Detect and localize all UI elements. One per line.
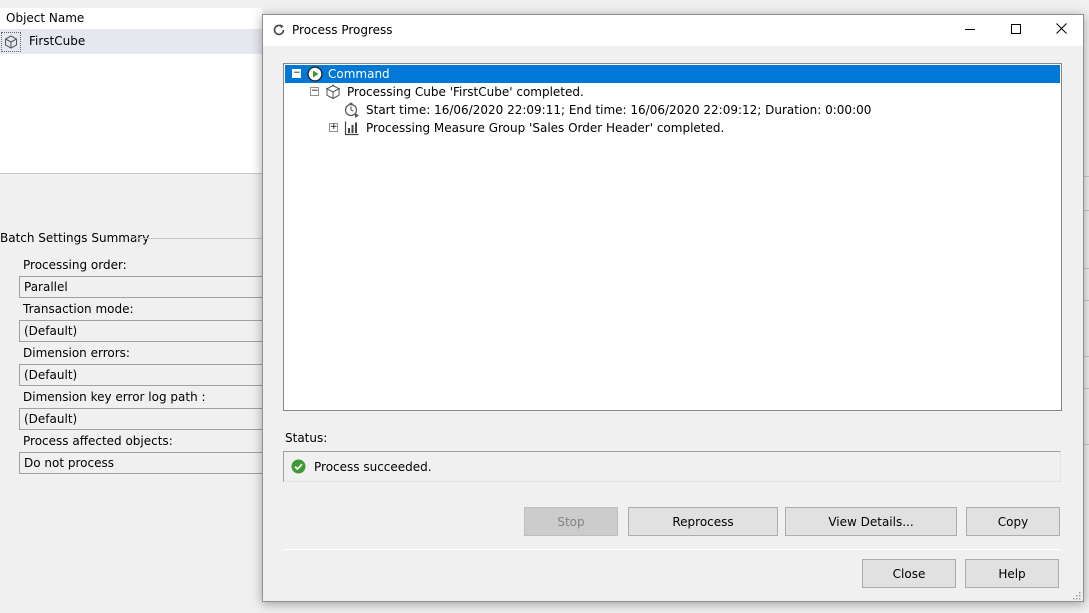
success-check-icon bbox=[291, 459, 306, 474]
timer-icon bbox=[344, 102, 360, 118]
close-icon bbox=[1055, 23, 1067, 37]
processing-order-value: Parallel bbox=[19, 276, 262, 298]
view-details-button[interactable]: View Details... bbox=[785, 507, 957, 536]
background-divider bbox=[1084, 210, 1089, 211]
transaction-mode-label: Transaction mode: bbox=[23, 302, 134, 316]
tree-node-processing-cube[interactable]: − Processing Cube 'FirstCube' completed. bbox=[284, 83, 1054, 101]
close-window-button[interactable] bbox=[1038, 15, 1084, 45]
button-separator bbox=[283, 549, 1061, 550]
cube-icon bbox=[1, 32, 21, 52]
collapse-toggle[interactable]: − bbox=[292, 69, 301, 78]
tree-node-timing[interactable]: Start time: 16/06/2020 22:09:11; End tim… bbox=[284, 101, 1054, 119]
dimension-key-error-log-path-label: Dimension key error log path : bbox=[23, 390, 206, 404]
dimension-errors-value: (Default) bbox=[19, 364, 262, 386]
tree-node-measure-group[interactable]: + Processing Measure Group 'Sales Order … bbox=[284, 119, 1054, 137]
minimize-icon bbox=[965, 23, 975, 37]
process-progress-dialog: Process Progress − Command − Processing … bbox=[262, 14, 1084, 602]
object-list: FirstCube bbox=[0, 30, 262, 174]
process-affected-objects-value: Do not process bbox=[19, 452, 262, 474]
progress-tree[interactable]: − Command − Processing Cube 'FirstCube' … bbox=[283, 63, 1062, 411]
tree-node-label: Processing Measure Group 'Sales Order He… bbox=[366, 121, 725, 135]
background-divider bbox=[1084, 444, 1089, 445]
expand-toggle[interactable]: + bbox=[329, 123, 338, 132]
minimize-button[interactable] bbox=[947, 15, 993, 45]
object-name: FirstCube bbox=[29, 34, 86, 48]
tree-node-label: Processing Cube 'FirstCube' completed. bbox=[347, 85, 584, 99]
background-divider bbox=[1084, 176, 1089, 177]
background-divider bbox=[1084, 268, 1089, 269]
transaction-mode-value: (Default) bbox=[19, 320, 262, 342]
reprocess-button[interactable]: Reprocess bbox=[628, 507, 778, 536]
resize-grip-icon[interactable] bbox=[1071, 589, 1081, 600]
tree-node-command[interactable]: − Command bbox=[285, 65, 1060, 83]
process-refresh-icon bbox=[272, 23, 286, 37]
group-divider bbox=[134, 238, 262, 239]
command-run-icon bbox=[307, 66, 323, 82]
measure-group-icon bbox=[344, 120, 360, 136]
background-divider bbox=[1084, 356, 1089, 357]
stop-button[interactable]: Stop bbox=[524, 507, 618, 536]
background-divider bbox=[1084, 300, 1089, 301]
dialog-title: Process Progress bbox=[292, 23, 393, 37]
collapse-toggle[interactable]: − bbox=[310, 87, 319, 96]
object-list-header[interactable]: Object Name bbox=[0, 8, 262, 30]
dimension-key-error-log-path-value: (Default) bbox=[19, 408, 262, 430]
background-divider bbox=[1084, 388, 1089, 389]
help-button[interactable]: Help bbox=[965, 559, 1059, 588]
tree-node-label: Start time: 16/06/2020 22:09:11; End tim… bbox=[366, 103, 872, 117]
title-bar[interactable]: Process Progress bbox=[263, 15, 1083, 46]
maximize-button[interactable] bbox=[993, 15, 1039, 45]
processing-order-label: Processing order: bbox=[23, 258, 127, 272]
status-message: Process succeeded. bbox=[314, 460, 432, 474]
object-list-item[interactable]: FirstCube bbox=[0, 30, 262, 54]
copy-button[interactable]: Copy bbox=[966, 507, 1060, 536]
batch-settings-title: Batch Settings Summary bbox=[0, 231, 156, 245]
dimension-errors-label: Dimension errors: bbox=[23, 346, 130, 360]
process-affected-objects-label: Process affected objects: bbox=[23, 434, 173, 448]
tree-node-label: Command bbox=[328, 67, 390, 81]
status-label: Status: bbox=[285, 431, 328, 445]
cube-icon bbox=[325, 84, 341, 100]
status-box: Process succeeded. bbox=[283, 451, 1061, 482]
maximize-icon bbox=[1011, 23, 1021, 37]
close-button[interactable]: Close bbox=[862, 559, 956, 588]
